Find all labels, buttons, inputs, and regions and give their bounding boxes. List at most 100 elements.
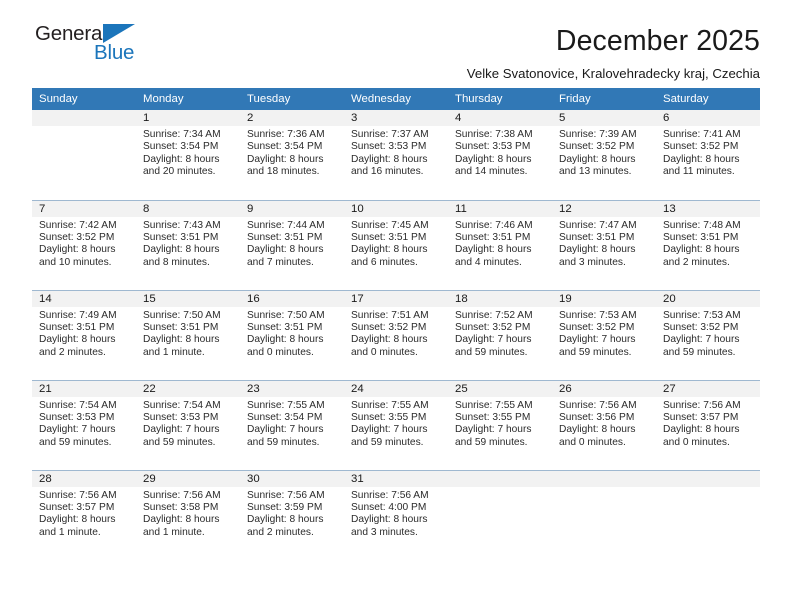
day-cell[interactable]: 24 Sunrise: 7:55 AM Sunset: 3:55 PM Dayligh…: [344, 380, 448, 470]
day-cell[interactable]: 23 Sunrise: 7:55 AM Sunset: 3:54 PM Dayligh…: [240, 380, 344, 470]
day-cell-empty: [656, 470, 760, 560]
day-cell[interactable]: 5 Sunrise: 7:39 AM Sunset: 3:52 PM Daylight…: [552, 110, 656, 199]
daylight-text: Daylight: 7 hours and 59 minutes.: [351, 424, 428, 448]
calendar-day-cell: [552, 469, 656, 560]
day-cell[interactable]: 1 Sunrise: 7:34 AM Sunset: 3:54 PM Daylight…: [136, 110, 240, 199]
sunrise-text: Sunrise: 7:37 AM: [351, 129, 429, 140]
sunrise-text: Sunrise: 7:54 AM: [143, 399, 221, 411]
generalblue-logo[interactable]: General Blue: [32, 22, 162, 74]
daylight-text: Daylight: 8 hours and 2 minutes.: [247, 514, 324, 538]
calendar-day-cell: 30 Sunrise: 7:56 AM Sunset: 3:59 PM Dayligh…: [240, 469, 344, 560]
sunrise-text: Sunrise: 7:46 AM: [455, 219, 533, 231]
weekday-header-friday: Friday: [552, 88, 656, 110]
day-number: 11: [448, 200, 552, 217]
day-number: 13: [656, 200, 760, 217]
sunrise-text: Sunrise: 7:49 AM: [39, 309, 117, 321]
daylight-text: Daylight: 8 hours and 16 minutes.: [351, 153, 428, 178]
sunrise-text: Sunrise: 7:50 AM: [247, 309, 325, 321]
day-cell[interactable]: 13 Sunrise: 7:48 AM Sunset: 3:51 PM Dayligh…: [656, 200, 760, 290]
day-cell[interactable]: 26 Sunrise: 7:56 AM Sunset: 3:56 PM Dayligh…: [552, 380, 656, 470]
day-cell[interactable]: 10 Sunrise: 7:45 AM Sunset: 3:51 PM Dayligh…: [344, 200, 448, 290]
calendar-day-cell: [448, 469, 552, 560]
day-number: 4: [448, 110, 552, 126]
calendar-day-cell: 27 Sunrise: 7:56 AM Sunset: 3:57 PM Dayligh…: [656, 379, 760, 470]
day-details: Sunrise: 7:54 AM Sunset: 3:53 PM Daylight:…: [32, 397, 136, 450]
daylight-text: Daylight: 8 hours and 2 minutes.: [663, 244, 740, 268]
daylight-text: Daylight: 8 hours and 1 minute.: [143, 514, 220, 538]
day-cell[interactable]: 20 Sunrise: 7:53 AM Sunset: 3:52 PM Dayligh…: [656, 290, 760, 380]
day-cell[interactable]: 27 Sunrise: 7:56 AM Sunset: 3:57 PM Dayligh…: [656, 380, 760, 470]
day-number: [656, 470, 760, 487]
day-cell[interactable]: 3 Sunrise: 7:37 AM Sunset: 3:53 PM Daylight…: [344, 110, 448, 199]
calendar-day-cell: 3 Sunrise: 7:37 AM Sunset: 3:53 PM Daylight…: [344, 110, 448, 200]
day-details: Sunrise: 7:55 AM Sunset: 3:55 PM Daylight:…: [448, 397, 552, 450]
day-details: Sunrise: 7:53 AM Sunset: 3:52 PM Daylight:…: [656, 307, 760, 360]
sunset-text: Sunset: 3:58 PM: [143, 501, 219, 513]
day-cell[interactable]: 18 Sunrise: 7:52 AM Sunset: 3:52 PM Dayligh…: [448, 290, 552, 380]
logo-text-blue: Blue: [94, 41, 135, 64]
day-number: 17: [344, 290, 448, 307]
day-cell[interactable]: 11 Sunrise: 7:46 AM Sunset: 3:51 PM Dayligh…: [448, 200, 552, 290]
day-cell[interactable]: 19 Sunrise: 7:53 AM Sunset: 3:52 PM Dayligh…: [552, 290, 656, 380]
day-number: 5: [552, 110, 656, 126]
day-details: Sunrise: 7:56 AM Sunset: 4:00 PM Daylight:…: [344, 487, 448, 540]
day-cell[interactable]: 30 Sunrise: 7:56 AM Sunset: 3:59 PM Dayligh…: [240, 470, 344, 560]
day-cell[interactable]: 2 Sunrise: 7:36 AM Sunset: 3:54 PM Daylight…: [240, 110, 344, 199]
day-details: Sunrise: 7:56 AM Sunset: 3:59 PM Daylight:…: [240, 487, 344, 540]
day-number: 6: [656, 110, 760, 126]
day-number: 23: [240, 380, 344, 397]
day-cell[interactable]: 14 Sunrise: 7:49 AM Sunset: 3:51 PM Dayligh…: [32, 290, 136, 380]
day-number: 24: [344, 380, 448, 397]
weekday-header-thursday: Thursday: [448, 88, 552, 110]
day-cell[interactable]: 4 Sunrise: 7:38 AM Sunset: 3:53 PM Daylight…: [448, 110, 552, 199]
page-subtitle: Velke Svatonovice, Kralovehradecky kraj,…: [466, 66, 760, 82]
day-cell[interactable]: 9 Sunrise: 7:44 AM Sunset: 3:51 PM Daylight…: [240, 200, 344, 290]
day-number: 15: [136, 290, 240, 307]
day-number: 21: [32, 380, 136, 397]
sunrise-text: Sunrise: 7:50 AM: [143, 309, 221, 321]
day-details: Sunrise: 7:50 AM Sunset: 3:51 PM Daylight:…: [136, 307, 240, 360]
daylight-text: Daylight: 7 hours and 59 minutes.: [559, 334, 636, 358]
day-cell[interactable]: 12 Sunrise: 7:47 AM Sunset: 3:51 PM Dayligh…: [552, 200, 656, 290]
calendar-day-cell: 29 Sunrise: 7:56 AM Sunset: 3:58 PM Dayligh…: [136, 469, 240, 560]
day-number: [32, 110, 136, 126]
day-cell[interactable]: 29 Sunrise: 7:56 AM Sunset: 3:58 PM Dayligh…: [136, 470, 240, 560]
daylight-text: Daylight: 7 hours and 59 minutes.: [39, 424, 116, 448]
calendar-day-cell: 28 Sunrise: 7:56 AM Sunset: 3:57 PM Dayligh…: [32, 469, 136, 560]
day-cell[interactable]: 8 Sunrise: 7:43 AM Sunset: 3:51 PM Daylight…: [136, 200, 240, 290]
day-cell[interactable]: 17 Sunrise: 7:51 AM Sunset: 3:52 PM Dayligh…: [344, 290, 448, 380]
day-cell[interactable]: 16 Sunrise: 7:50 AM Sunset: 3:51 PM Dayligh…: [240, 290, 344, 380]
day-details: Sunrise: 7:56 AM Sunset: 3:58 PM Daylight:…: [136, 487, 240, 540]
sunset-text: Sunset: 3:52 PM: [455, 321, 531, 333]
day-details: Sunrise: 7:53 AM Sunset: 3:52 PM Daylight:…: [552, 307, 656, 360]
day-cell[interactable]: 22 Sunrise: 7:54 AM Sunset: 3:53 PM Dayligh…: [136, 380, 240, 470]
day-cell[interactable]: 21 Sunrise: 7:54 AM Sunset: 3:53 PM Dayligh…: [32, 380, 136, 470]
daylight-text: Daylight: 8 hours and 18 minutes.: [247, 153, 324, 178]
day-cell[interactable]: 31 Sunrise: 7:56 AM Sunset: 4:00 PM Dayligh…: [344, 470, 448, 560]
day-cell[interactable]: 15 Sunrise: 7:50 AM Sunset: 3:51 PM Dayligh…: [136, 290, 240, 380]
sunset-text: Sunset: 3:52 PM: [559, 141, 635, 153]
day-details: Sunrise: 7:50 AM Sunset: 3:51 PM Daylight:…: [240, 307, 344, 360]
weekday-header-row: Sunday Monday Tuesday Wednesday Thursday…: [32, 88, 760, 110]
sunrise-text: Sunrise: 7:48 AM: [663, 219, 741, 231]
weekday-header-sunday: Sunday: [32, 88, 136, 110]
day-cell[interactable]: 28 Sunrise: 7:56 AM Sunset: 3:57 PM Dayligh…: [32, 470, 136, 560]
calendar-day-cell: 5 Sunrise: 7:39 AM Sunset: 3:52 PM Daylight…: [552, 110, 656, 200]
day-cell[interactable]: 7 Sunrise: 7:42 AM Sunset: 3:52 PM Daylight…: [32, 200, 136, 290]
sunrise-text: Sunrise: 7:42 AM: [39, 219, 117, 231]
sunset-text: Sunset: 3:59 PM: [247, 501, 323, 513]
title-block: December 2025 Velke Svatonovice, Kralove…: [467, 0, 760, 82]
daylight-text: Daylight: 8 hours and 2 minutes.: [39, 334, 116, 358]
calendar-day-cell: 24 Sunrise: 7:55 AM Sunset: 3:55 PM Dayligh…: [344, 379, 448, 470]
sunrise-text: Sunrise: 7:53 AM: [663, 309, 741, 321]
day-details: Sunrise: 7:49 AM Sunset: 3:51 PM Daylight:…: [32, 307, 136, 360]
daylight-text: Daylight: 8 hours and 14 minutes.: [455, 153, 532, 178]
daylight-text: Daylight: 8 hours and 11 minutes.: [663, 153, 740, 178]
day-number: 30: [240, 470, 344, 487]
day-cell[interactable]: 25 Sunrise: 7:55 AM Sunset: 3:55 PM Dayligh…: [448, 380, 552, 470]
day-cell[interactable]: 6 Sunrise: 7:41 AM Sunset: 3:52 PM Daylight…: [656, 110, 760, 199]
day-number: 31: [344, 470, 448, 487]
sunset-text: Sunset: 3:51 PM: [143, 321, 219, 333]
day-details: Sunrise: 7:44 AM Sunset: 3:51 PM Daylight:…: [240, 217, 344, 270]
sunrise-text: Sunrise: 7:56 AM: [247, 489, 325, 501]
